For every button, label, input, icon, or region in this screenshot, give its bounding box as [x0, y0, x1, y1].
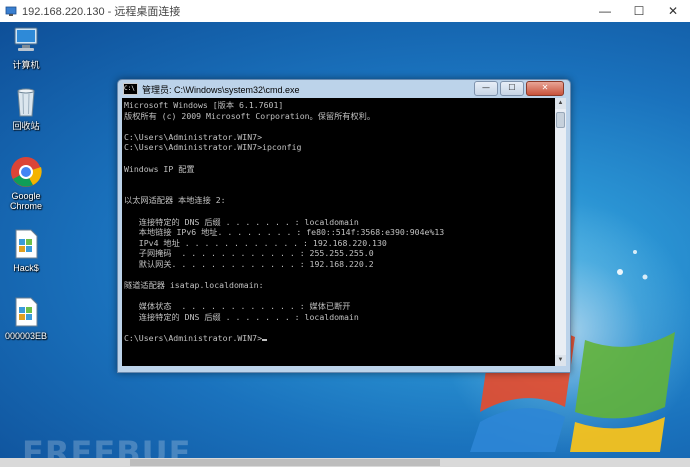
desktop-icon-chrome[interactable]: Google Chrome: [0, 155, 52, 211]
console-line: 连接特定的 DNS 后缀 . . . . . . . : localdomain: [124, 311, 359, 322]
rdp-scrollbar-thumb[interactable]: [130, 459, 440, 466]
desktop-icon-label: Google Chrome: [9, 191, 42, 211]
desktop-icon-hack[interactable]: Hack$: [0, 227, 52, 273]
console-line: 媒体状态 . . . . . . . . . . . . : 媒体已断开: [124, 301, 351, 312]
rdp-horizontal-scrollbar[interactable]: [0, 458, 690, 467]
desktop-icon-label: 回收站: [12, 121, 40, 131]
desktop-icon-label: 000003EB: [4, 331, 48, 341]
rdp-window-title: 192.168.220.130 - 远程桌面连接: [22, 6, 181, 18]
desktop-icon-label: 计算机: [12, 60, 40, 70]
rdp-titlebar: 192.168.220.130 - 远程桌面连接 — ☐ ✕: [0, 0, 690, 23]
console-line: 子网掩码 . . . . . . . . . . . . : 255.255.2…: [124, 248, 374, 259]
remote-desktop-icon: [5, 6, 17, 16]
cmd-window[interactable]: C:\ 管理员: C:\Windows\system32\cmd.exe — ☐…: [117, 79, 571, 373]
console-output[interactable]: Microsoft Windows [版本 6.1.7601] 版权所有 (c)…: [122, 98, 555, 366]
scrollbar-thumb[interactable]: [556, 112, 565, 128]
scroll-up-arrow-icon[interactable]: ▲: [555, 98, 566, 109]
console-line: C:\Users\Administrator.WIN7>: [124, 131, 263, 142]
console-line: IPv4 地址 . . . . . . . . . . . . : 192.16…: [124, 237, 387, 248]
scroll-down-arrow-icon[interactable]: ▼: [555, 355, 566, 366]
vertical-scrollbar[interactable]: ▲ ▼: [555, 98, 566, 366]
watermark: FREEBUF: [22, 434, 192, 458]
cmd-window-title: 管理员: C:\Windows\system32\cmd.exe: [142, 84, 300, 95]
recycle-bin-icon: [17, 88, 35, 117]
cmd-close-button[interactable]: ✕: [526, 81, 564, 96]
desktop-icon-000003eb[interactable]: 000003EB: [0, 295, 52, 341]
cmd-maximize-button[interactable]: ☐: [500, 81, 524, 96]
rdp-restore-button[interactable]: ☐: [622, 0, 656, 22]
text-cursor: [262, 339, 268, 342]
console-line: 版权所有 (c) 2009 Microsoft Corporation。保留所有…: [124, 110, 376, 121]
console-line: Microsoft Windows [版本 6.1.7601]: [124, 100, 284, 110]
desktop-icon-label: Hack$: [13, 263, 39, 273]
cmd-minimize-button[interactable]: —: [474, 81, 498, 96]
desktop-icon-recycle-bin[interactable]: 回收站: [0, 85, 52, 131]
console-line: Windows IP 配置: [124, 163, 195, 174]
console-line: 以太网适配器 本地连接 2:: [124, 195, 226, 206]
rdp-close-button[interactable]: ✕: [656, 0, 690, 22]
console-line: 连接特定的 DNS 后缀 . . . . . . . : localdomain: [124, 216, 359, 227]
console-text: Microsoft Windows [版本 6.1.7601] 版权所有 (c)…: [122, 98, 555, 344]
cmd-titlebar[interactable]: C:\ 管理员: C:\Windows\system32\cmd.exe — ☐…: [118, 80, 570, 98]
console-line: C:\Users\Administrator.WIN7>ipconfig: [124, 142, 302, 153]
rdp-minimize-button[interactable]: —: [588, 0, 622, 22]
cmd-icon: C:\: [123, 83, 138, 95]
console-line: 默认网关. . . . . . . . . . . . . : 192.168.…: [124, 258, 374, 269]
desktop-icon-computer[interactable]: 计算机: [0, 24, 52, 70]
registry-file-icon: [15, 297, 38, 327]
computer-icon: [14, 27, 38, 51]
console-line: 隧道适配器 isatap.localdomain:: [124, 280, 264, 291]
registry-file-icon: [15, 229, 38, 259]
console-line: 本地链接 IPv6 地址. . . . . . . . : fe80::514f…: [124, 227, 445, 238]
chrome-icon: [11, 157, 42, 187]
console-line: C:\Users\Administrator.WIN7>: [124, 333, 263, 344]
